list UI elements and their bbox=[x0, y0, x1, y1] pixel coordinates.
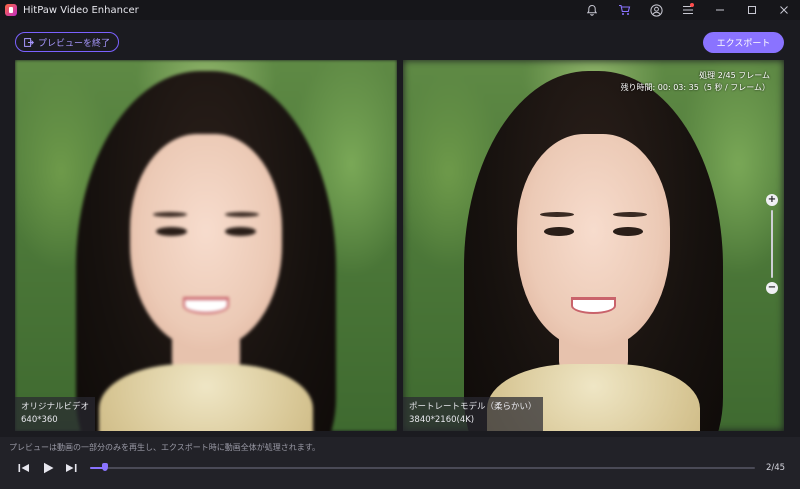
app-title: HitPaw Video Enhancer bbox=[23, 4, 139, 16]
zoom-out-button[interactable]: − bbox=[766, 282, 778, 294]
maximize-icon[interactable] bbox=[736, 0, 768, 20]
play-button[interactable] bbox=[41, 461, 55, 475]
player-bar: プレビューは動画の一部分のみを再生し、エクスポート時に動画全体が処理されます。 … bbox=[0, 437, 800, 489]
timeline-thumb[interactable] bbox=[101, 463, 108, 471]
original-video-label: オリジナルビデオ bbox=[21, 402, 90, 412]
enhanced-model-label: ポートレートモデル（柔らかい） bbox=[409, 402, 537, 412]
enhanced-video-preview: 処理 2/45 フレーム 残り時間: 00: 03: 35（5 秒 / フレーム… bbox=[403, 60, 784, 431]
zoom-control: + − bbox=[766, 194, 778, 294]
frame-counter: 2/45 bbox=[766, 463, 786, 473]
original-video-resolution: 640*360 bbox=[21, 415, 58, 425]
preview-notice: プレビューは動画の一部分のみを再生し、エクスポート時に動画全体が処理されます。 bbox=[9, 443, 320, 452]
processing-frames: 処理 2/45 フレーム bbox=[699, 71, 770, 80]
export-button[interactable]: エクスポート bbox=[703, 32, 784, 53]
enhanced-video-resolution: 3840*2160(4K) bbox=[409, 415, 475, 425]
close-icon[interactable] bbox=[768, 0, 800, 20]
zoom-slider[interactable] bbox=[771, 210, 773, 278]
title-bar-controls bbox=[576, 0, 800, 20]
notification-dot bbox=[690, 3, 694, 7]
remaining-time: 残り時間: 00: 03: 35（5 秒 / フレーム） bbox=[620, 83, 770, 92]
minimize-icon[interactable] bbox=[704, 0, 736, 20]
account-icon[interactable] bbox=[640, 0, 672, 20]
preview-toolbar: プレビューを終了 エクスポート bbox=[0, 20, 800, 60]
bell-icon[interactable] bbox=[576, 0, 608, 20]
exit-preview-button[interactable]: プレビューを終了 bbox=[15, 32, 120, 52]
enhanced-video-frame bbox=[403, 60, 784, 431]
skip-forward-icon bbox=[66, 464, 77, 472]
cart-icon[interactable] bbox=[608, 0, 640, 20]
exit-preview-label: プレビューを終了 bbox=[38, 38, 111, 49]
next-frame-button[interactable] bbox=[64, 461, 78, 475]
processing-progress: 処理 2/45 フレーム 残り時間: 00: 03: 35（5 秒 / フレーム… bbox=[621, 70, 770, 94]
app-logo-icon bbox=[5, 4, 17, 16]
original-video-preview: オリジナルビデオ 640*360 bbox=[15, 60, 397, 431]
zoom-in-button[interactable]: + bbox=[766, 194, 778, 206]
skip-back-icon bbox=[18, 464, 29, 472]
title-bar: HitPaw Video Enhancer bbox=[0, 0, 800, 20]
menu-icon[interactable] bbox=[672, 0, 704, 20]
enhanced-video-label-box: ポートレートモデル（柔らかい） 3840*2160(4K) bbox=[403, 397, 543, 431]
exit-icon bbox=[24, 37, 34, 47]
previous-frame-button[interactable] bbox=[17, 461, 31, 475]
play-icon bbox=[43, 462, 53, 474]
original-video-frame bbox=[15, 60, 397, 431]
timeline-slider[interactable] bbox=[90, 463, 755, 471]
original-video-label-box: オリジナルビデオ 640*360 bbox=[15, 397, 96, 431]
export-label: エクスポート bbox=[716, 39, 771, 49]
